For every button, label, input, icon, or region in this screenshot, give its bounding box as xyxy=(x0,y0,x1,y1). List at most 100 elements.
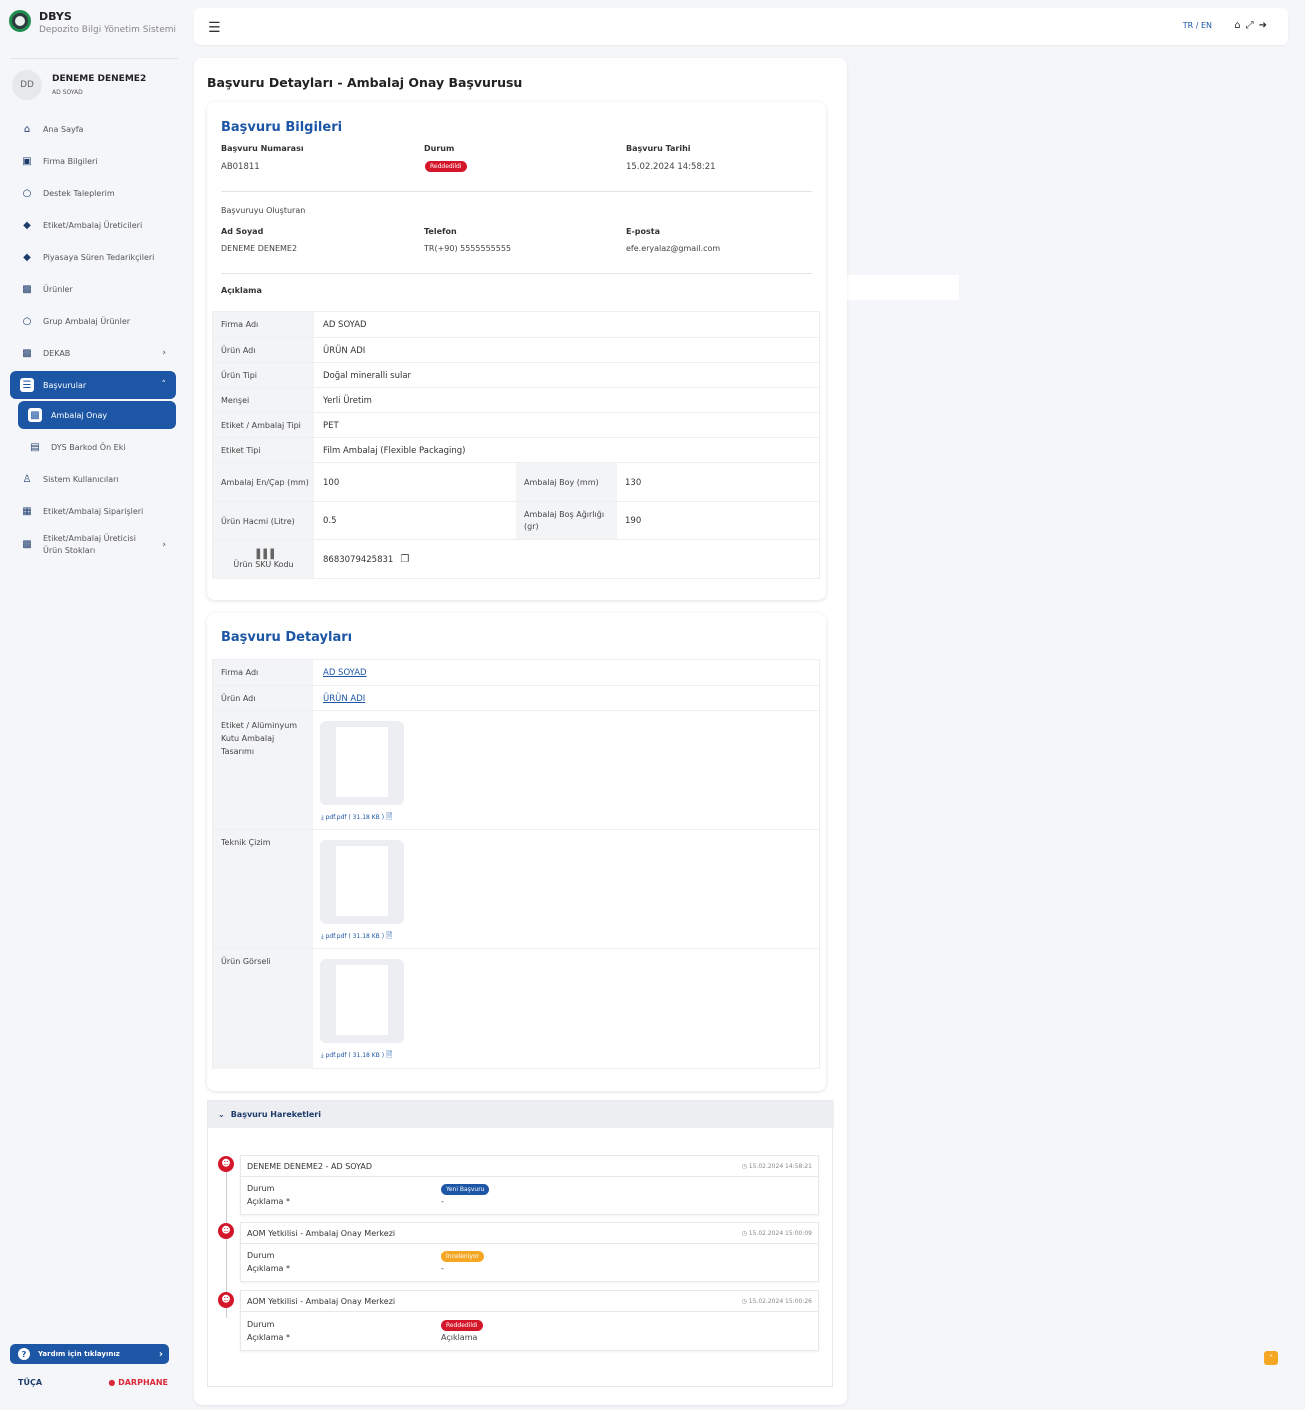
entry-header: AOM Yetkilisi - Ambalaj Onay Merkezi xyxy=(241,1223,818,1244)
table-key: Etiket / Alüminyum Kutu Ambalaj Tasarımı xyxy=(213,711,313,830)
clock-icon: ◷ xyxy=(741,1298,749,1305)
brand[interactable]: DBYS Depozito Bilgi Yönetim Sistemi xyxy=(9,10,176,35)
help-button[interactable]: ? Yardım için tıklayınız › xyxy=(10,1344,169,1364)
table-key: Teknik Çizim xyxy=(213,830,313,949)
brand-subtitle: Depozito Bilgi Yönetim Sistemi xyxy=(39,25,176,35)
sidebar-item-label: Etiket/Ambalaj Üreticisi Ürün Stokları xyxy=(43,534,136,555)
user-role: AD SOYAD xyxy=(52,89,83,96)
language-switch[interactable]: TR / EN xyxy=(1183,21,1212,30)
brand-title: DBYS xyxy=(39,10,72,23)
entry-header: AOM Yetkilisi - Ambalaj Onay Merkezi xyxy=(241,1291,818,1312)
table-row: Etiket / Alüminyum Kutu Ambalaj Tasarımı… xyxy=(213,710,819,830)
sidebar-item-basvurular[interactable]: ☰ Başvurular ˄ xyxy=(10,371,176,399)
table-key: Etiket Tipi xyxy=(213,438,314,463)
sidebar-item-label: Ürünler xyxy=(43,284,73,294)
sidebar-item-ambalaj-onay[interactable]: ▩ Ambalaj Onay xyxy=(18,401,176,429)
home-icon[interactable]: ⌂ xyxy=(1234,20,1245,31)
fullscreen-icon[interactable]: ⤢ xyxy=(1246,20,1259,31)
user-profile[interactable]: DD DENEME DENEME2 AD SOYAD xyxy=(12,70,146,100)
chevron-up-icon: ˄ xyxy=(161,380,167,390)
copy-icon[interactable]: ❐ xyxy=(400,554,409,565)
tag-icon: ◆ xyxy=(23,219,31,231)
briefcase-icon: ▣ xyxy=(22,155,32,167)
table-row: Firma Adı AD SOYAD xyxy=(213,312,819,337)
table-row: Teknik Çizim ⤓ pdf.pdf ( 31.18 KB ) 🗎 xyxy=(213,829,819,949)
divider xyxy=(10,58,178,59)
product-link[interactable]: ÜRÜN ADI xyxy=(323,694,365,704)
table-row: ▐▐▐ Ürün SKU Kodu 8683079425831 ❐ xyxy=(213,539,819,579)
sidebar-item-grup-ambalaj[interactable]: ○ Grup Ambalaj Ürünler xyxy=(10,305,176,337)
table-value: 100 xyxy=(323,477,340,488)
sidebar-item-label: Etiket/Ambalaj Üreticileri xyxy=(43,220,143,230)
sidebar-item-tedarikciler[interactable]: ◆ Piyasaya Süren Tedarikçileri xyxy=(10,241,176,273)
table-row: Ürün Adı ÜRÜN ADI xyxy=(213,685,819,711)
menu-toggle-icon[interactable]: ☰ xyxy=(208,20,221,36)
file-preview[interactable] xyxy=(320,721,404,805)
sidebar-item-urun-stoklari[interactable]: ▩ Etiket/Ambalaj Üreticisi Ürün Stokları › xyxy=(10,527,176,563)
grid-icon: ▦ xyxy=(22,505,32,517)
field-label: Başvuru Numarası xyxy=(221,144,304,153)
sidebar-item-barkod-on-eki[interactable]: ▤ DYS Barkod Ön Eki xyxy=(10,431,176,463)
sidebar-item-urunler[interactable]: ▩ Ürünler xyxy=(10,273,176,305)
card-title: Başvuru Bilgileri xyxy=(221,120,343,135)
logout-icon[interactable]: ➜ xyxy=(1259,20,1272,31)
sidebar-item-sistem-kullanicilari[interactable]: ♙ Sistem Kullanıcıları xyxy=(10,463,176,495)
table-key: Ürün Adı xyxy=(213,338,314,363)
entry-note: - xyxy=(441,1197,444,1206)
sidebar-item-label: Destek Taleplerim xyxy=(43,188,115,198)
divider xyxy=(221,191,812,192)
table-key: Ürün Hacmi (Litre) xyxy=(213,502,314,540)
sidebar-item-ana-sayfa[interactable]: ⌂ Ana Sayfa xyxy=(10,113,176,145)
file-icon[interactable]: 🗎 xyxy=(386,1050,392,1059)
file-icon[interactable]: 🗎 xyxy=(386,812,392,821)
table-key: Etiket / Ambalaj Tipi xyxy=(213,413,314,438)
chevron-down-icon: ⌄ xyxy=(218,1110,225,1119)
accordion-title: Başvuru Hareketleri xyxy=(230,1110,321,1119)
sidebar-item-destek-taleplerim[interactable]: ○ Destek Taleplerim xyxy=(10,177,176,209)
entry-author: DENEME DENEME2 - AD SOYAD xyxy=(247,1161,373,1171)
entry-note: - xyxy=(441,1264,444,1273)
chevron-right-icon: › xyxy=(158,1348,163,1360)
accordion-header[interactable]: ⌄ Başvuru Hareketleri xyxy=(208,1101,834,1128)
table-value: 190 xyxy=(625,516,642,526)
sidebar-nav: ⌂ Ana Sayfa ▣ Firma Bilgileri ○ Destek Tale… xyxy=(10,113,176,563)
sidebar-item-label: Grup Ambalaj Ürünler xyxy=(43,316,131,326)
table-value: ÜRÜN ADI xyxy=(323,686,365,711)
sidebar-item-firma-bilgileri[interactable]: ▣ Firma Bilgileri xyxy=(10,145,176,177)
sidebar-item-label: Piyasaya Süren Tedarikçileri xyxy=(43,252,155,262)
file-download-link[interactable]: ⤓ pdf.pdf ( 31.18 KB ) 🗎 xyxy=(321,811,392,825)
file-preview[interactable] xyxy=(320,840,404,924)
darphane-logo: ● DARPHANE xyxy=(108,1378,168,1387)
table-value: AD SOYAD xyxy=(323,319,367,330)
field-label: Başvuru Tarihi xyxy=(626,144,691,153)
history-entry: AOM Yetkilisi - Ambalaj Onay Merkezi ◷ 1… xyxy=(240,1222,819,1282)
sidebar-item-dekab[interactable]: ▩ DEKAB › xyxy=(10,337,176,369)
entry-time: ◷ 15.02.2024 15:00:26 xyxy=(741,1298,812,1305)
company-link[interactable]: AD SOYAD xyxy=(323,668,367,678)
file-download-link[interactable]: ⤓ pdf.pdf ( 31.18 KB ) 🗎 xyxy=(321,1049,392,1063)
file-icon[interactable]: 🗎 xyxy=(386,931,392,940)
table-value: Film Ambalaj (Flexible Packaging) xyxy=(323,445,466,456)
sidebar-item-etiket-ureticileri[interactable]: ◆ Etiket/Ambalaj Üreticileri xyxy=(10,209,176,241)
creator-email: efe.eryalaz@gmail.com xyxy=(626,244,721,253)
history-entry: DENEME DENEME2 - AD SOYAD ◷ 15.02.2024 1… xyxy=(240,1155,819,1215)
table-row: Ürün Hacmi (Litre) 0.5 Ambalaj Boş Ağırl… xyxy=(213,501,819,540)
entry-status-label: Durum xyxy=(247,1320,275,1329)
sidebar-item-label: Başvurular xyxy=(43,380,87,390)
sidebar-item-label: DEKAB xyxy=(43,348,71,358)
entry-note-label: Açıklama * xyxy=(247,1333,290,1342)
file-download-link[interactable]: ⤓ pdf.pdf ( 31.18 KB ) 🗎 xyxy=(321,930,392,944)
sidebar-item-siparisler[interactable]: ▦ Etiket/Ambalaj Siparişleri xyxy=(10,495,176,527)
application-number: AB01811 xyxy=(221,162,260,172)
file-preview[interactable] xyxy=(320,959,404,1043)
application-date: 15.02.2024 14:58:21 xyxy=(626,162,716,172)
clock-icon: ◷ xyxy=(741,1230,749,1237)
table-row: Ürün Görseli ⤓ pdf.pdf ( 31.18 KB ) 🗎 xyxy=(213,948,819,1069)
status-badge: Yeni Başvuru xyxy=(441,1184,490,1195)
field-label: Durum xyxy=(424,144,455,153)
creator-phone: TR(+90) 5555555555 xyxy=(424,244,512,253)
scroll-to-top-button[interactable]: ˄ xyxy=(1264,1351,1278,1365)
field-label: Ad Soyad xyxy=(221,227,264,236)
circle-icon: ○ xyxy=(22,187,32,199)
history-entry: AOM Yetkilisi - Ambalaj Onay Merkezi ◷ 1… xyxy=(240,1290,819,1351)
